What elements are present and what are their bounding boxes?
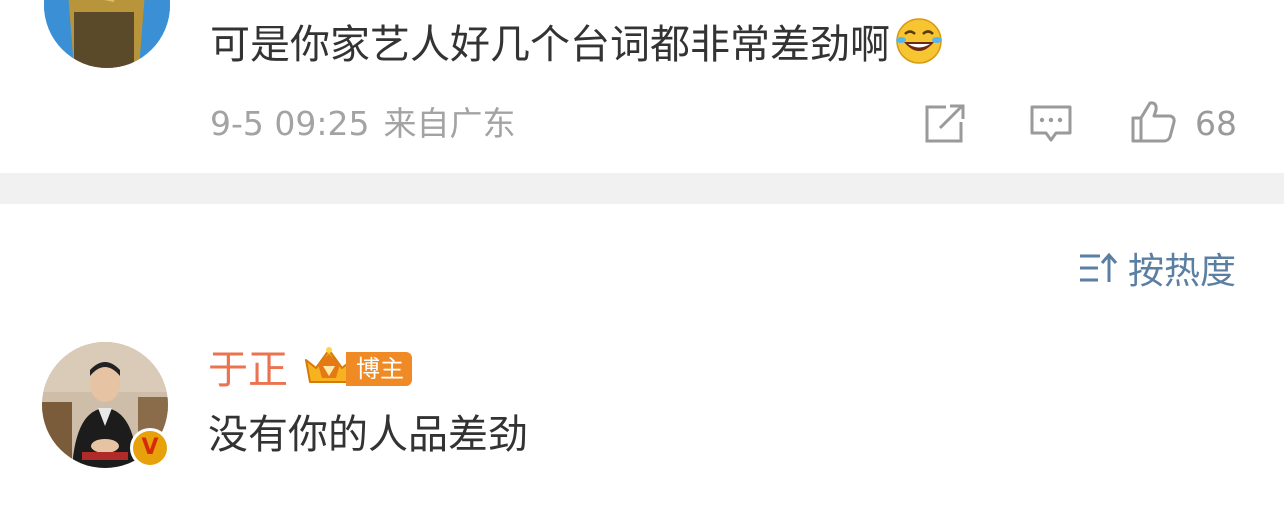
- commenter-avatar[interactable]: [44, 0, 170, 68]
- like-count: 68: [1195, 104, 1237, 143]
- verified-badge-icon: V: [130, 428, 170, 468]
- comment-text: 可是你家艺人好几个台词都非常差劲啊: [210, 16, 944, 74]
- reply-icon[interactable]: [1029, 104, 1073, 148]
- blogger-badge: 博主: [346, 352, 412, 386]
- comment-date: 9-5 09:25: [210, 104, 370, 143]
- like-icon[interactable]: [1130, 100, 1178, 148]
- sort-icon: [1080, 252, 1118, 282]
- comment-meta: 9-5 09:25 来自广东: [210, 100, 516, 148]
- username[interactable]: 于正: [208, 344, 288, 396]
- comment-location: 来自广东: [383, 104, 516, 143]
- sort-by-hot-button[interactable]: 按热度: [1078, 244, 1236, 292]
- laugh-cry-emoji: [894, 16, 944, 66]
- share-icon[interactable]: [924, 104, 966, 148]
- reply-text: 没有你的人品差劲: [208, 412, 528, 458]
- sort-label: 按热度: [1128, 251, 1237, 292]
- section-divider: [0, 173, 1284, 204]
